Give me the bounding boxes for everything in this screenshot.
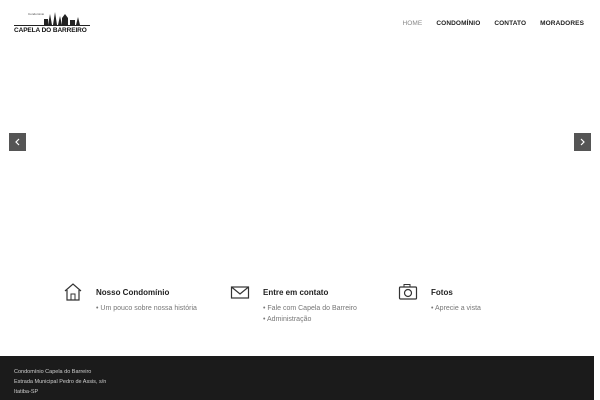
logo-name: CAPELA DO BARREIRO: [14, 27, 87, 34]
features-section: Nosso Condomínio • Um pouco sobre nossa …: [0, 282, 600, 342]
footer-name: Condomínio Capela do Barreiro: [14, 369, 92, 375]
logo-skyline-icon: [44, 12, 80, 25]
feature-link-vista[interactable]: • Aprecie a vista: [431, 303, 481, 314]
logo-small-text: Condomínio: [28, 12, 45, 16]
site-footer: Condomínio Capela do Barreiro Estrada Mu…: [0, 356, 594, 400]
feature-links: • Um pouco sobre nossa história: [96, 303, 197, 314]
chevron-right-icon: [580, 138, 585, 146]
site-logo[interactable]: Condomínio CAPELA DO BARREIRO: [14, 10, 90, 38]
feature-title: Fotos: [431, 288, 453, 297]
feature-link-fale[interactable]: • Fale com Capela do Barreiro: [263, 303, 357, 314]
feature-links: • Aprecie a vista: [431, 303, 481, 314]
feature-title: Nosso Condomínio: [96, 288, 170, 297]
nav-condominio[interactable]: CONDOMÍNIO: [436, 20, 480, 27]
chevron-left-icon: [15, 138, 20, 146]
footer-address: Estrada Municipal Pedro de Assis, s/n: [14, 379, 107, 385]
feature-title: Entre em contato: [263, 288, 329, 297]
mail-icon: [230, 286, 250, 299]
feature-link-administracao[interactable]: • Administração: [263, 314, 357, 325]
feature-links: • Fale com Capela do Barreiro • Administ…: [263, 303, 357, 325]
nav-moradores[interactable]: MORADORES: [540, 20, 584, 27]
nav-home[interactable]: HOME: [402, 20, 422, 27]
footer-city: Itatiba-SP: [14, 389, 39, 395]
site-header: Condomínio CAPELA DO BARREIRO HOME CONDO…: [0, 0, 600, 48]
hero-slider: [0, 48, 600, 258]
slider-prev-button[interactable]: [9, 133, 26, 151]
camera-icon: [398, 284, 418, 300]
slider-next-button[interactable]: [574, 133, 591, 151]
nav-contato[interactable]: CONTATO: [494, 20, 526, 27]
main-nav: HOME CONDOMÍNIO CONTATO MORADORES: [402, 20, 584, 27]
home-icon: [64, 283, 82, 301]
logo-divider: [14, 25, 90, 26]
feature-link-historia[interactable]: • Um pouco sobre nossa história: [96, 303, 197, 314]
